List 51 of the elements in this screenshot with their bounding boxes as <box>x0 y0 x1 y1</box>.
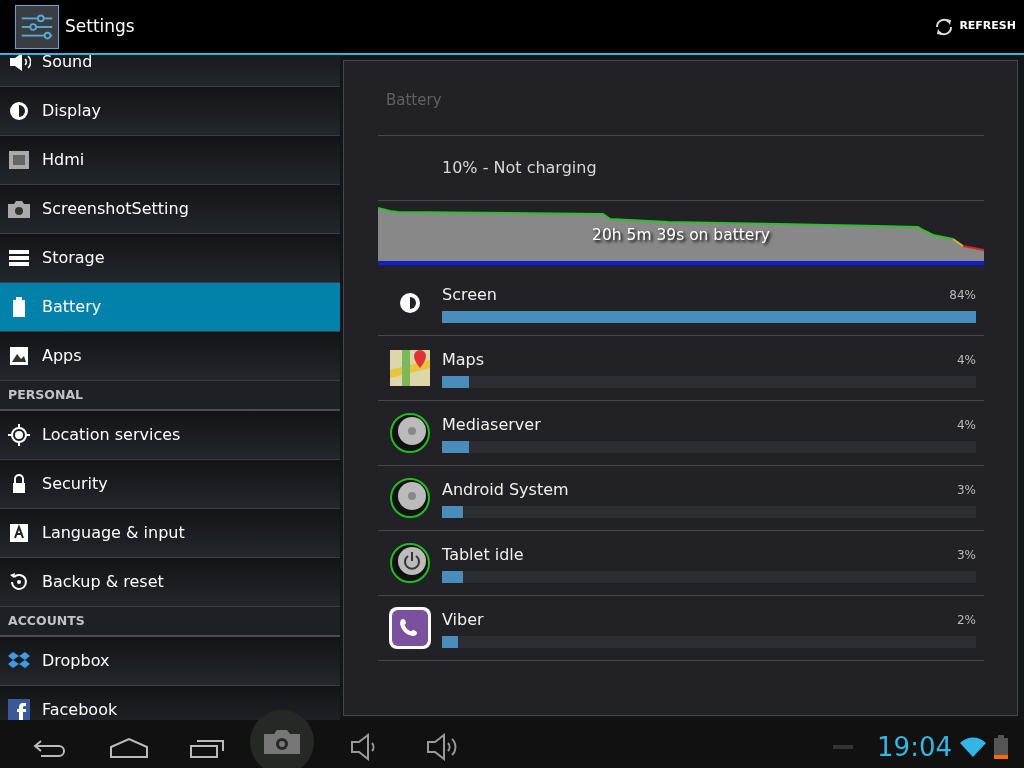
usage-percent: 84% <box>949 287 976 304</box>
wifi-icon <box>960 737 986 757</box>
usage-percent: 4% <box>956 352 976 369</box>
phone-bubble-icon <box>388 606 432 650</box>
notification-icon <box>833 745 854 749</box>
monitor-icon <box>7 148 31 172</box>
speaker-icon <box>7 55 31 74</box>
settings-menu-item[interactable]: Storage <box>0 234 340 283</box>
disc-icon <box>388 476 432 520</box>
settings-menu-item[interactable]: Hdmi <box>0 136 340 185</box>
app-name: Screen <box>442 284 497 306</box>
section-header: ACCOUNTS <box>8 611 85 630</box>
app-name: Android System <box>442 479 569 501</box>
settings-menu-item[interactable]: ScreenshotSetting <box>0 185 340 234</box>
brightness-icon <box>7 99 31 123</box>
camera-icon <box>262 728 302 756</box>
settings-menu-item[interactable]: Security <box>0 460 340 509</box>
home-icon <box>109 736 149 759</box>
refresh-button[interactable]: REFRESH <box>925 11 1024 42</box>
app-name: Maps <box>442 349 485 371</box>
settings-menu-item[interactable]: Location services <box>0 411 340 460</box>
battery-status: 10% - Not charging <box>442 157 597 179</box>
usage-percent: 3% <box>956 547 976 564</box>
power-icon <box>388 541 432 585</box>
screenshot-button[interactable] <box>250 710 314 768</box>
battery-duration-label: 20h 5m 39s on battery <box>592 226 770 244</box>
settings-menu-item[interactable]: Dropbox <box>0 637 340 686</box>
settings-app-icon <box>15 4 59 49</box>
usage-percent: 2% <box>956 612 976 629</box>
keyboard-letter-icon <box>7 521 31 545</box>
app-name: Tablet idle <box>442 544 524 566</box>
letter-f-icon <box>7 698 31 720</box>
section-title: Battery <box>378 61 984 136</box>
usage-percent: 3% <box>956 482 976 499</box>
settings-menu-item[interactable]: Apps <box>0 332 340 381</box>
app-name: Viber <box>442 609 484 631</box>
app-title: Settings <box>65 14 135 38</box>
battery-icon <box>994 735 1008 759</box>
settings-menu-item[interactable]: Display <box>0 87 340 136</box>
crosshair-icon <box>7 423 31 447</box>
disc-icon <box>388 411 432 455</box>
section-header: PERSONAL <box>8 385 84 404</box>
settings-menu-item[interactable]: Facebook <box>0 686 340 720</box>
picture-icon <box>7 344 31 368</box>
settings-menu-item[interactable]: Backup & reset <box>0 558 340 607</box>
usage-percent: 4% <box>956 417 976 434</box>
app-name: Mediaserver <box>442 414 541 436</box>
settings-menu-item[interactable]: Language & input <box>0 509 340 558</box>
settings-menu-item[interactable]: Sound <box>0 55 340 87</box>
clock: 19:04 <box>877 730 952 764</box>
settings-menu-item[interactable]: Battery <box>0 283 340 332</box>
